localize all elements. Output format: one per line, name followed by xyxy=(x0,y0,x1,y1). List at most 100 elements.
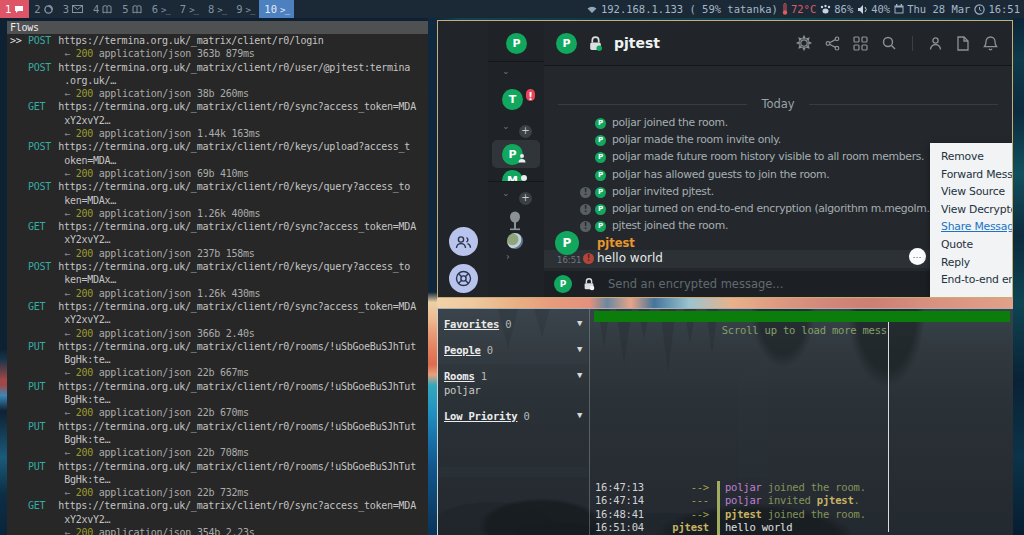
workspace-number: 10 xyxy=(264,3,277,15)
workspace-list: 1234 56>_7>_8>_9>_10>_ xyxy=(0,0,294,18)
weechat-log: 16:47:13-->poljar joined the room.16:47:… xyxy=(590,481,1013,535)
workspace-5[interactable]: 5 xyxy=(117,0,146,18)
menu-item-share-message[interactable]: Share Message xyxy=(941,220,1013,238)
menu-item-end-to-end-encry[interactable]: End-to-end encry xyxy=(941,273,1013,291)
collapse-triangle-icon[interactable]: ▼ xyxy=(577,318,582,328)
collapse-triangle-icon[interactable]: ▼ xyxy=(577,370,582,380)
cpu-status: 86% xyxy=(820,3,853,15)
header-divider xyxy=(912,36,913,51)
response-meta: application/json 1.26k 430ms xyxy=(93,288,260,299)
flow-response-row: ← 200 application/json 1.26k 400ms xyxy=(10,207,428,220)
menu-item-quote[interactable]: Quote xyxy=(941,238,1013,256)
flow-method: GET xyxy=(28,300,58,313)
encrypted-lock-icon xyxy=(587,35,604,52)
explore-button[interactable] xyxy=(449,264,478,293)
notifications-bell-icon[interactable] xyxy=(983,35,998,51)
response-meta: application/json 366b 2.40s xyxy=(93,328,255,339)
room-event-row: Ppoljar joined the room. xyxy=(544,114,1012,131)
people-button[interactable] xyxy=(449,227,478,256)
buffer-section-low-priority[interactable]: Low Priority 0 xyxy=(444,410,530,422)
sender-avatar[interactable]: P xyxy=(555,231,579,255)
flow-method: POST xyxy=(28,61,58,74)
clock-icon xyxy=(974,4,985,15)
volume-label: 40% xyxy=(871,3,890,15)
unverified-warning-icon: ! xyxy=(580,204,591,215)
flow-request-row[interactable]: PUThttps://termina.org.uk/_matrix/client… xyxy=(10,420,428,433)
account-avatar[interactable]: P xyxy=(506,33,527,54)
flow-request-row[interactable]: PUThttps://termina.org.uk/_matrix/client… xyxy=(10,460,428,473)
share-icon[interactable] xyxy=(825,36,840,51)
menu-item-forward-message[interactable]: Forward Message xyxy=(941,168,1013,186)
menu-item-reply[interactable]: Reply xyxy=(941,256,1013,274)
flow-url-continuation: oken=MDA… xyxy=(10,154,428,167)
chevron-down-icon[interactable]: ⌄ xyxy=(502,121,510,131)
collapse-triangle-icon[interactable]: ▼ xyxy=(577,410,582,420)
members-icon[interactable] xyxy=(928,36,943,51)
flow-request-row[interactable]: GEThttps://termina.org.uk/_matrix/client… xyxy=(10,499,428,512)
response-meta: application/json 1.26k 400ms xyxy=(93,208,260,219)
left-rail xyxy=(438,21,488,297)
flow-request-row[interactable]: POSThttps://termina.org.uk/_matrix/clien… xyxy=(10,260,428,273)
log-prefix: --> xyxy=(648,508,709,521)
response-status-code: 200 xyxy=(76,248,93,259)
settings-gear-icon[interactable] xyxy=(796,35,812,51)
workspace-9[interactable]: 9>_ xyxy=(231,0,259,18)
flow-request-row[interactable]: POSThttps://termina.org.uk/_matrix/clien… xyxy=(10,140,428,153)
flow-response-row: ← 200 application/json 38b 260ms xyxy=(10,87,428,100)
workspace-2[interactable]: 2 xyxy=(29,0,57,18)
workspace-3[interactable]: 3 xyxy=(58,0,88,18)
buffer-room-item[interactable]: poljar xyxy=(444,384,481,396)
add-room-button[interactable]: + xyxy=(519,125,532,138)
response-status-code: 200 xyxy=(76,128,93,139)
flow-request-row[interactable]: PUThttps://termina.org.uk/_matrix/client… xyxy=(10,340,428,353)
flow-method: PUT xyxy=(28,380,58,393)
buffer-section-favorites[interactable]: Favorites 0 xyxy=(444,318,511,330)
chevron-down-icon[interactable]: ⌄ xyxy=(502,188,510,198)
flow-response-row: ← 200 application/json 1.44k 163ms xyxy=(10,127,428,140)
flow-request-row[interactable]: GEThttps://termina.org.uk/_matrix/client… xyxy=(10,220,428,233)
workspace-4[interactable]: 4 xyxy=(88,0,117,18)
buffer-section-name: Rooms xyxy=(444,370,475,382)
flow-url: https://termina.org.uk/_matrix/client/r0… xyxy=(58,500,416,511)
menu-item-view-decrypted-s[interactable]: View Decrypted S xyxy=(941,203,1013,221)
room-avatar: P xyxy=(556,33,577,54)
flow-request-row[interactable]: PUThttps://termina.org.uk/_matrix/client… xyxy=(10,380,428,393)
flow-url-wrap: BgHk:te… xyxy=(64,434,110,445)
buffer-section-people[interactable]: People 0 xyxy=(444,344,493,356)
workspace-number: 4 xyxy=(93,3,99,15)
event-sender-avatar: P xyxy=(595,135,606,146)
menu-item-remove[interactable]: Remove xyxy=(941,150,1013,168)
flow-request-row[interactable]: POSThttps://termina.org.uk/_matrix/clien… xyxy=(10,61,428,74)
flow-request-row[interactable]: GEThttps://termina.org.uk/_matrix/client… xyxy=(10,100,428,113)
flow-request-row[interactable]: >>POSThttps://termina.org.uk/_matrix/cli… xyxy=(10,34,428,47)
paw-icon xyxy=(820,4,831,15)
workspace-7[interactable]: 7>_ xyxy=(175,0,203,18)
chevron-down-icon[interactable]: ⌄ xyxy=(502,66,510,76)
message-text: hello world xyxy=(597,251,663,265)
workspace-10[interactable]: 10>_ xyxy=(259,0,294,18)
log-message-part: joined the room. xyxy=(762,481,866,493)
mail-icon xyxy=(72,5,83,13)
room-avatar-t[interactable]: T xyxy=(502,89,523,110)
message-options-button[interactable]: … xyxy=(909,248,926,265)
workspace-1[interactable]: 1 xyxy=(0,0,29,18)
weechat-log-line: 16:48:41-->pjtest joined the room. xyxy=(590,508,1013,521)
unverified-warning-icon: ! xyxy=(580,221,591,232)
add-room-button[interactable]: + xyxy=(519,192,532,205)
flow-url-continuation: BgHk:te… xyxy=(10,353,428,366)
menu-item-view-source[interactable]: View Source xyxy=(941,185,1013,203)
buffer-section-rooms[interactable]: Rooms 1 xyxy=(444,370,487,382)
room-avatar-image[interactable] xyxy=(507,233,523,249)
flow-url-wrap: xY2xvY2… xyxy=(64,514,110,525)
search-icon[interactable] xyxy=(881,35,897,51)
composer-placeholder[interactable]: Send an encrypted message... xyxy=(608,277,783,291)
flow-url: https://termina.org.uk/_matrix/client/r0… xyxy=(58,101,416,112)
workspace-6[interactable]: 6>_ xyxy=(147,0,175,18)
chevron-right-icon[interactable]: ⌄ xyxy=(501,253,511,261)
collapse-triangle-icon[interactable]: ▼ xyxy=(577,344,582,354)
flow-request-row[interactable]: GEThttps://termina.org.uk/_matrix/client… xyxy=(10,300,428,313)
workspace-8[interactable]: 8>_ xyxy=(203,0,231,18)
grid-icon[interactable] xyxy=(853,36,868,51)
flow-request-row[interactable]: POSThttps://termina.org.uk/_matrix/clien… xyxy=(10,180,428,193)
files-icon[interactable] xyxy=(956,36,970,51)
